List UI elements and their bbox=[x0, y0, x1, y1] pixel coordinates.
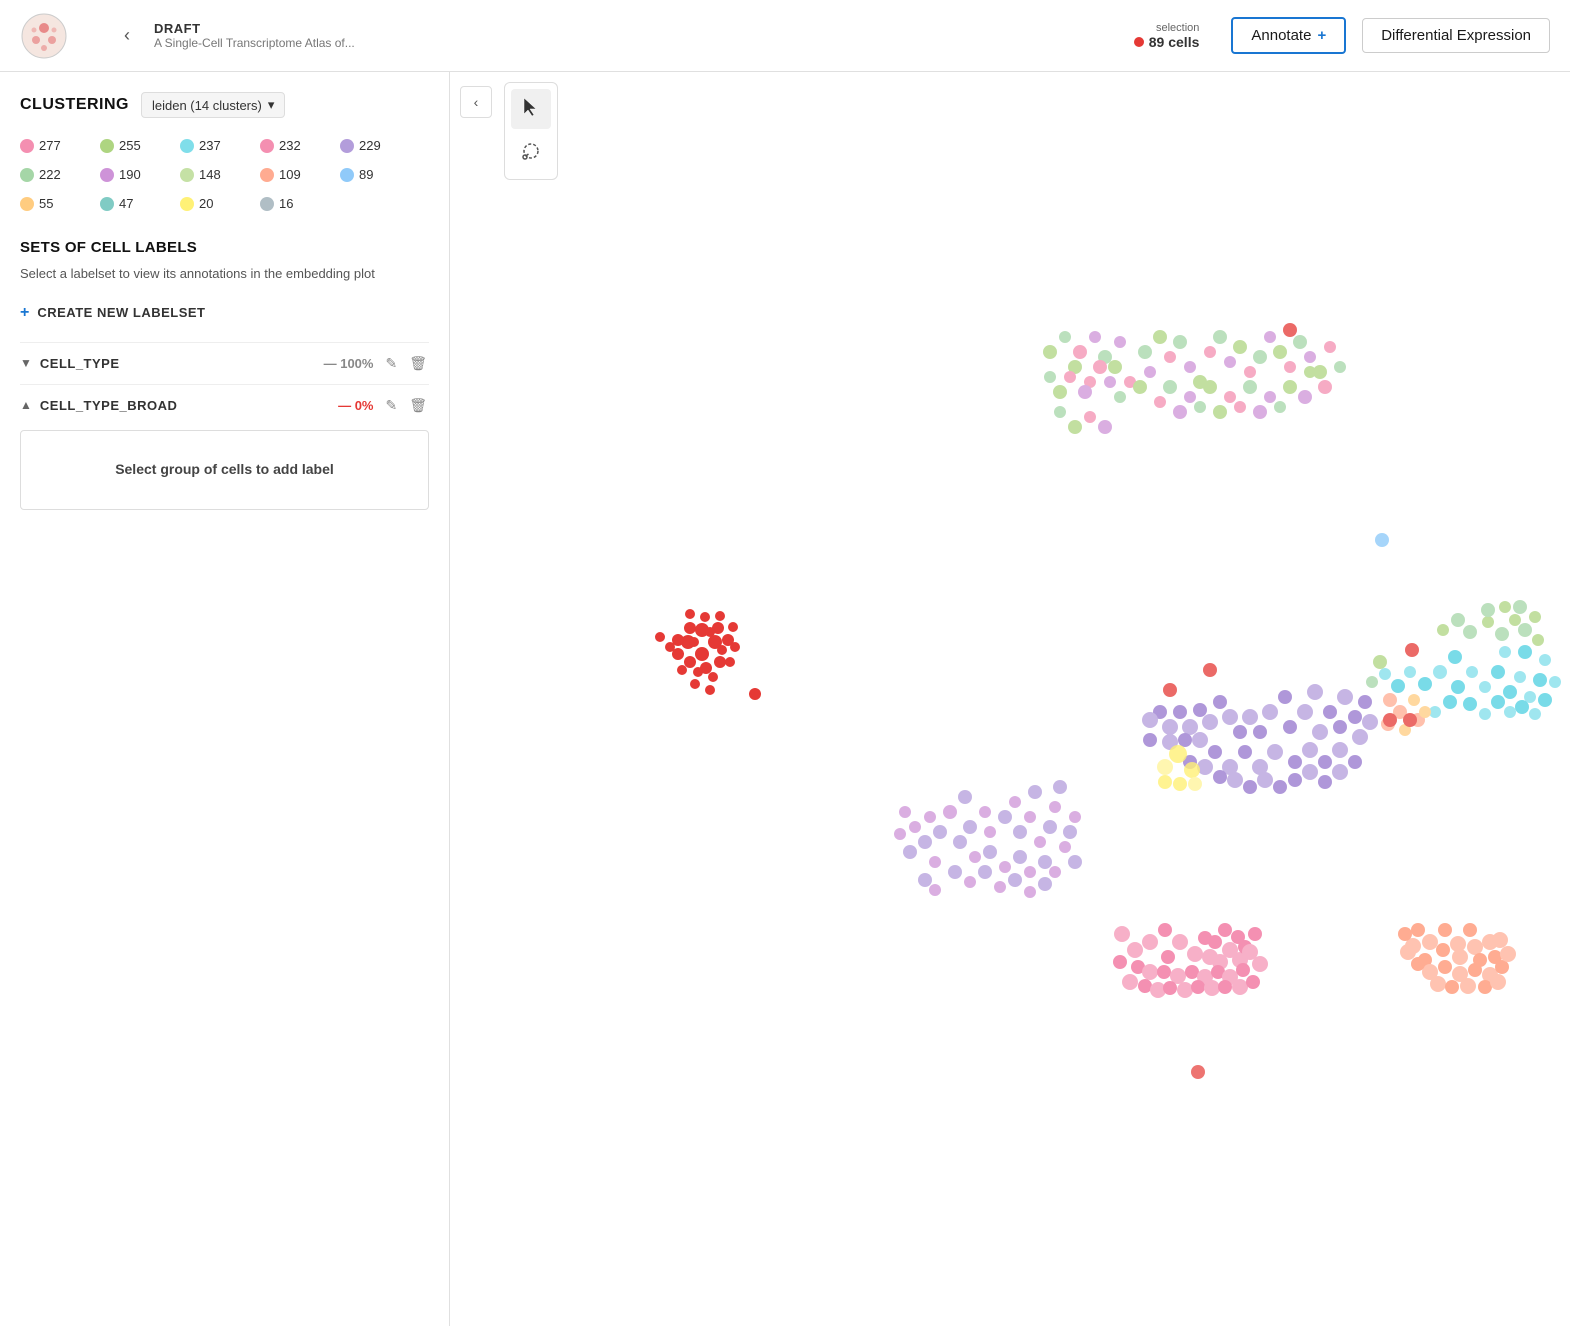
cluster-count: 16 bbox=[279, 196, 293, 211]
labelset-name: CELL_TYPE bbox=[40, 356, 324, 371]
create-plus-icon: + bbox=[20, 304, 29, 322]
cluster-color-dot bbox=[180, 139, 194, 153]
cluster-item[interactable]: 222 bbox=[20, 163, 100, 186]
cluster-color-dot bbox=[20, 168, 34, 182]
cluster-item[interactable]: 277 bbox=[20, 134, 100, 157]
cluster-color-dot bbox=[20, 197, 34, 211]
cluster-count: 232 bbox=[279, 138, 301, 153]
lasso-icon bbox=[520, 140, 542, 167]
sidebar: CLUSTERING leiden (14 clusters) ▾ 277 255… bbox=[0, 72, 450, 1326]
collapse-sidebar-button[interactable]: ‹ bbox=[460, 86, 492, 118]
clustering-header: CLUSTERING leiden (14 clusters) ▾ bbox=[20, 92, 429, 118]
cluster-item[interactable]: 255 bbox=[100, 134, 180, 157]
back-button[interactable]: ‹ bbox=[116, 21, 138, 50]
red-dot-icon bbox=[1134, 37, 1144, 47]
annotate-button[interactable]: Annotate + bbox=[1231, 17, 1346, 54]
cluster-item[interactable]: 229 bbox=[340, 134, 420, 157]
annotate-label: Annotate bbox=[1251, 27, 1311, 44]
cluster-count: 255 bbox=[119, 138, 141, 153]
clustering-title: CLUSTERING bbox=[20, 96, 129, 114]
main-layout: CLUSTERING leiden (14 clusters) ▾ 277 255… bbox=[0, 72, 1570, 1326]
labelset-edit-button[interactable]: ✎ bbox=[383, 353, 399, 374]
cluster-item[interactable]: 190 bbox=[100, 163, 180, 186]
cluster-item[interactable]: 16 bbox=[260, 192, 340, 215]
selection-count-text: 89 cells bbox=[1149, 34, 1200, 50]
cluster-color-dot bbox=[20, 139, 34, 153]
labelset-delete-button[interactable]: 🗑 bbox=[407, 395, 429, 416]
cluster-color-dot bbox=[340, 168, 354, 182]
clustering-dropdown[interactable]: leiden (14 clusters) ▾ bbox=[141, 92, 285, 118]
cursor-tool-button[interactable] bbox=[511, 89, 551, 129]
draft-label: DRAFT bbox=[154, 21, 355, 36]
app-logo bbox=[20, 12, 68, 60]
labelset-item-cell_type_broad[interactable]: ▲ CELL_TYPE_BROAD — 0% ✎ 🗑 bbox=[20, 384, 429, 426]
annotate-plus-icon: + bbox=[1317, 27, 1326, 44]
differential-expression-button[interactable]: Differential Expression bbox=[1362, 18, 1550, 53]
labelset-icons: ✎ 🗑 bbox=[383, 395, 429, 416]
cluster-color-dot bbox=[340, 139, 354, 153]
labelset-delete-button[interactable]: 🗑 bbox=[407, 353, 429, 374]
labelset-chevron: ▼ bbox=[20, 356, 32, 370]
cluster-item[interactable]: 89 bbox=[340, 163, 420, 186]
cluster-color-dot bbox=[100, 139, 114, 153]
cluster-color-dot bbox=[100, 197, 114, 211]
collapse-icon: ‹ bbox=[474, 94, 479, 110]
sets-title: SETS OF CELL LABELS bbox=[20, 239, 429, 256]
labelset-icons: ✎ 🗑 bbox=[383, 353, 429, 374]
labelset-item-cell_type[interactable]: ▼ CELL_TYPE — 100% ✎ 🗑 bbox=[20, 342, 429, 384]
cluster-color-dot bbox=[180, 168, 194, 182]
select-group-box: Select group of cells to add label bbox=[20, 430, 429, 510]
cluster-count: 229 bbox=[359, 138, 381, 153]
cursor-icon bbox=[520, 96, 542, 123]
tool-panel bbox=[504, 82, 558, 180]
cluster-color-dot bbox=[100, 168, 114, 182]
cluster-count: 47 bbox=[119, 196, 133, 211]
cluster-count: 148 bbox=[199, 167, 221, 182]
cluster-count: 109 bbox=[279, 167, 301, 182]
cluster-color-dot bbox=[180, 197, 194, 211]
subtitle: A Single-Cell Transcriptome Atlas of... bbox=[154, 36, 355, 50]
labelset-name: CELL_TYPE_BROAD bbox=[40, 398, 338, 413]
cluster-count: 89 bbox=[359, 167, 373, 182]
cluster-item[interactable]: 47 bbox=[100, 192, 180, 215]
cluster-count: 55 bbox=[39, 196, 53, 211]
cluster-item[interactable]: 148 bbox=[180, 163, 260, 186]
cluster-grid: 277 255 237 232 229 222 190 148 109 89 55 47 20 16 bbox=[20, 134, 429, 215]
selection-label: selection bbox=[1156, 22, 1199, 34]
canvas-area: ‹ bbox=[450, 72, 1570, 1326]
header: ‹ DRAFT A Single-Cell Transcriptome Atla… bbox=[0, 0, 1570, 72]
cluster-item[interactable]: 55 bbox=[20, 192, 100, 215]
labelset-edit-button[interactable]: ✎ bbox=[383, 395, 399, 416]
lasso-tool-button[interactable] bbox=[511, 133, 551, 173]
sets-desc: Select a labelset to view its annotation… bbox=[20, 264, 429, 284]
logo-area bbox=[20, 12, 100, 60]
cluster-color-dot bbox=[260, 139, 274, 153]
chevron-down-icon: ▾ bbox=[268, 97, 275, 113]
clustering-dropdown-label: leiden (14 clusters) bbox=[152, 98, 262, 113]
create-labelset-label: CREATE NEW LABELSET bbox=[37, 305, 205, 320]
cluster-count: 190 bbox=[119, 167, 141, 182]
cluster-count: 20 bbox=[199, 196, 213, 211]
labelset-pct: — 0% bbox=[338, 398, 373, 413]
umap-plot[interactable] bbox=[450, 72, 1570, 1326]
cluster-count: 277 bbox=[39, 138, 61, 153]
cluster-count: 222 bbox=[39, 167, 61, 182]
cluster-item[interactable]: 237 bbox=[180, 134, 260, 157]
cluster-item[interactable]: 109 bbox=[260, 163, 340, 186]
cluster-color-dot bbox=[260, 197, 274, 211]
cluster-count: 237 bbox=[199, 138, 221, 153]
labelset-pct: — 100% bbox=[324, 356, 374, 371]
cluster-item[interactable]: 20 bbox=[180, 192, 260, 215]
labelset-list: ▼ CELL_TYPE — 100% ✎ 🗑 ▲ CELL_TYPE_BROAD… bbox=[20, 342, 429, 510]
labelset-chevron: ▲ bbox=[20, 398, 32, 412]
selection-area: selection 89 cells bbox=[1134, 22, 1200, 50]
create-labelset-button[interactable]: + CREATE NEW LABELSET bbox=[20, 304, 429, 322]
cluster-item[interactable]: 232 bbox=[260, 134, 340, 157]
selection-count: 89 cells bbox=[1134, 34, 1200, 50]
select-group-text: Select group of cells to add label bbox=[115, 461, 334, 477]
cluster-color-dot bbox=[260, 168, 274, 182]
title-area: DRAFT A Single-Cell Transcriptome Atlas … bbox=[154, 21, 355, 50]
